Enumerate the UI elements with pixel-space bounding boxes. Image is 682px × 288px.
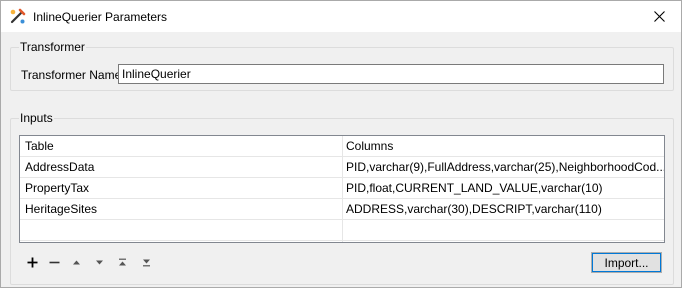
plus-icon: [27, 257, 37, 267]
table-cell-columns[interactable]: PID,float,CURRENT_LAND_VALUE,varchar(10): [346, 178, 664, 199]
inputs-group-label: Inputs: [19, 111, 54, 125]
move-top-button[interactable]: [111, 251, 133, 273]
table-cell-columns[interactable]: [346, 220, 664, 241]
transformer-group: Transformer Transformer Name:: [10, 40, 674, 91]
inputs-group: Inputs Table Columns AddressData PID,var…: [10, 111, 674, 285]
dialog-window: InlineQuerier Parameters Transformer Tra…: [0, 0, 682, 288]
table-row[interactable]: PropertyTax PID,float,CURRENT_LAND_VALUE…: [20, 178, 664, 199]
table-cell-columns[interactable]: PID,varchar(9),FullAddress,varchar(25),N…: [346, 157, 664, 178]
move-down-button[interactable]: [88, 251, 110, 273]
inline-querier-icon: [10, 8, 26, 24]
column-header-table[interactable]: Table: [25, 136, 340, 157]
table-row[interactable]: HeritageSites ADDRESS,varchar(30),DESCRI…: [20, 199, 664, 220]
window-title: InlineQuerier Parameters: [33, 10, 168, 24]
table-row[interactable]: AddressData PID,varchar(9),FullAddress,v…: [20, 157, 664, 178]
transformer-group-label: Transformer: [19, 40, 86, 54]
move-up-button[interactable]: [65, 251, 87, 273]
move-top-icon: [118, 258, 126, 265]
close-button[interactable]: [637, 1, 681, 32]
arrow-down-icon: [95, 260, 103, 264]
column-header-columns[interactable]: Columns: [346, 136, 664, 157]
table-cell-table[interactable]: HeritageSites: [25, 199, 340, 220]
inputs-table: Table Columns AddressData PID,varchar(9)…: [19, 135, 665, 243]
table-row-empty[interactable]: [20, 220, 664, 241]
table-cell-columns[interactable]: ADDRESS,varchar(30),DESCRIPT,varchar(110…: [346, 199, 664, 220]
import-button[interactable]: Import...: [591, 252, 662, 273]
move-bottom-button[interactable]: [135, 251, 157, 273]
title-bar[interactable]: InlineQuerier Parameters: [1, 1, 681, 32]
minus-icon: [49, 261, 59, 263]
transformer-name-input[interactable]: [118, 64, 664, 84]
remove-row-button[interactable]: [43, 251, 65, 273]
table-cell-table[interactable]: AddressData: [25, 157, 340, 178]
table-cell-table[interactable]: PropertyTax: [25, 178, 340, 199]
arrow-up-icon: [72, 260, 80, 264]
table-header: Table Columns: [20, 136, 664, 157]
table-cell-table[interactable]: [25, 220, 340, 241]
move-bottom-icon: [142, 259, 150, 266]
add-row-button[interactable]: [21, 251, 43, 273]
transformer-name-label: Transformer Name:: [21, 68, 125, 82]
close-icon: [653, 11, 665, 22]
